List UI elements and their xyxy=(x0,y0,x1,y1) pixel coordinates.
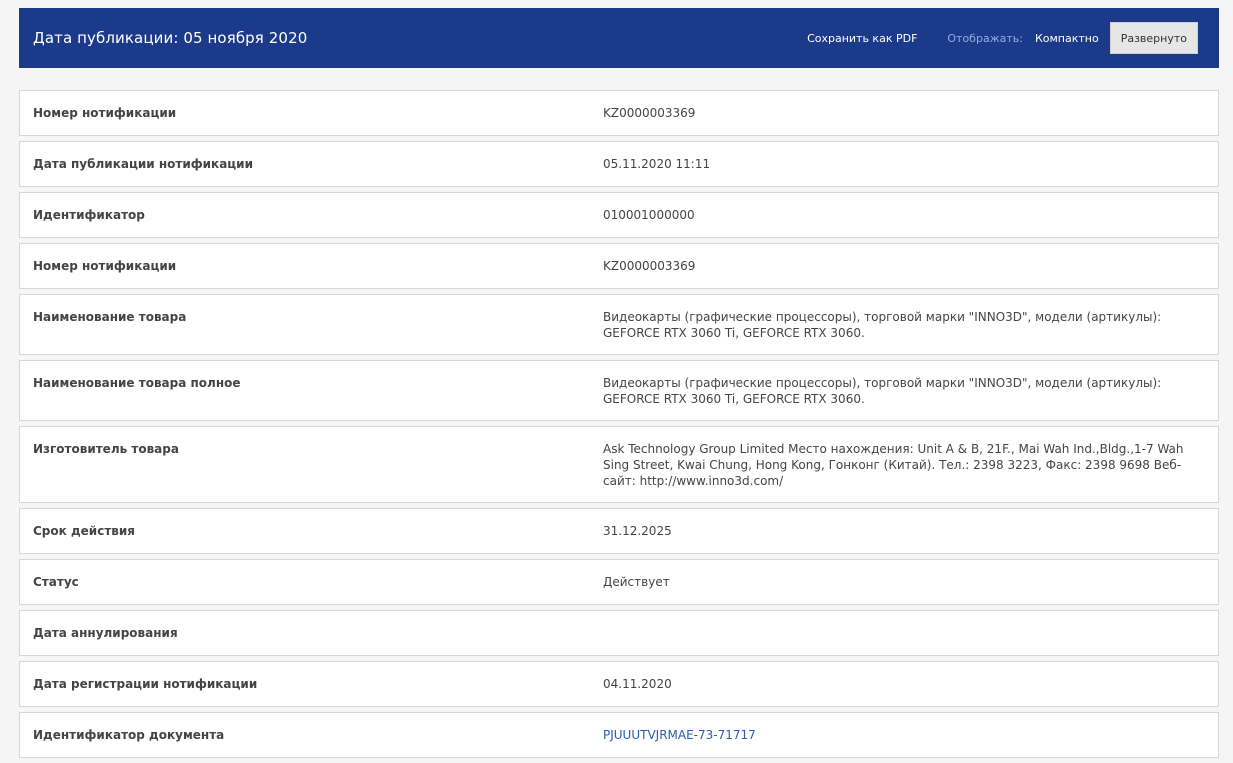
row-label: Срок действия xyxy=(33,524,135,538)
row-label: Дата публикации нотификации xyxy=(33,157,254,171)
table-row: Дата аннулирования xyxy=(19,610,1219,656)
row-label: Статус xyxy=(33,575,79,589)
row-value: Видеокарты (графические процессоры), тор… xyxy=(603,310,1162,340)
table-row: Номер нотификации KZ0000003369 xyxy=(19,90,1219,136)
table-row: Номер нотификации KZ0000003369 xyxy=(19,243,1219,289)
row-label: Изготовитель товара xyxy=(33,442,179,456)
table-row: Изготовитель товара Ask Technology Group… xyxy=(19,426,1219,503)
row-value: Видеокарты (графические процессоры), тор… xyxy=(603,376,1162,406)
publication-date-title: Дата публикации: 05 ноября 2020 xyxy=(33,29,308,47)
header-actions: Сохранить как PDF Отображать: Компактно … xyxy=(807,22,1198,54)
display-mode-label: Отображать: xyxy=(947,31,1023,45)
notification-details: Номер нотификации KZ0000003369 Дата публ… xyxy=(19,90,1219,763)
row-label: Наименование товара полное xyxy=(33,376,241,390)
row-value xyxy=(603,625,1218,642)
row-value: 31.12.2025 xyxy=(603,524,672,538)
expanded-view-button[interactable]: Развернуто xyxy=(1109,22,1198,54)
row-value: KZ0000003369 xyxy=(603,106,696,120)
table-row: Наименование товара Видеокарты (графичес… xyxy=(19,294,1219,355)
table-row: Срок действия 31.12.2025 xyxy=(19,508,1219,554)
row-label: Идентификатор xyxy=(33,208,145,222)
row-value: KZ0000003369 xyxy=(603,259,696,273)
row-value: 04.11.2020 xyxy=(603,677,672,691)
table-row: Наименование товара полное Видеокарты (г… xyxy=(19,360,1219,421)
table-row: Идентификатор документа PJUUUTVJRMAE-73-… xyxy=(19,712,1219,758)
table-row: Идентификатор 010001000000 xyxy=(19,192,1219,238)
row-value: 05.11.2020 11:11 xyxy=(603,157,711,171)
page-header: Дата публикации: 05 ноября 2020 Сохранит… xyxy=(19,8,1219,68)
row-value: Ask Technology Group Limited Место нахож… xyxy=(603,442,1184,488)
save-pdf-link[interactable]: Сохранить как PDF xyxy=(807,32,917,45)
row-label: Номер нотификации xyxy=(33,106,177,120)
row-label: Номер нотификации xyxy=(33,259,177,273)
row-value: 010001000000 xyxy=(603,208,695,222)
row-label: Дата регистрации нотификации xyxy=(33,677,258,691)
row-label: Дата аннулирования xyxy=(33,626,178,640)
row-label: Наименование товара xyxy=(33,310,187,324)
compact-view-button[interactable]: Компактно xyxy=(1035,32,1099,45)
row-value: Действует xyxy=(603,575,670,589)
row-label: Идентификатор документа xyxy=(33,728,225,742)
table-row: Дата регистрации нотификации 04.11.2020 xyxy=(19,661,1219,707)
table-row: Статус Действует xyxy=(19,559,1219,605)
document-id-link[interactable]: PJUUUTVJRMAE-73-71717 xyxy=(603,727,1218,744)
table-row: Дата публикации нотификации 05.11.2020 1… xyxy=(19,141,1219,187)
